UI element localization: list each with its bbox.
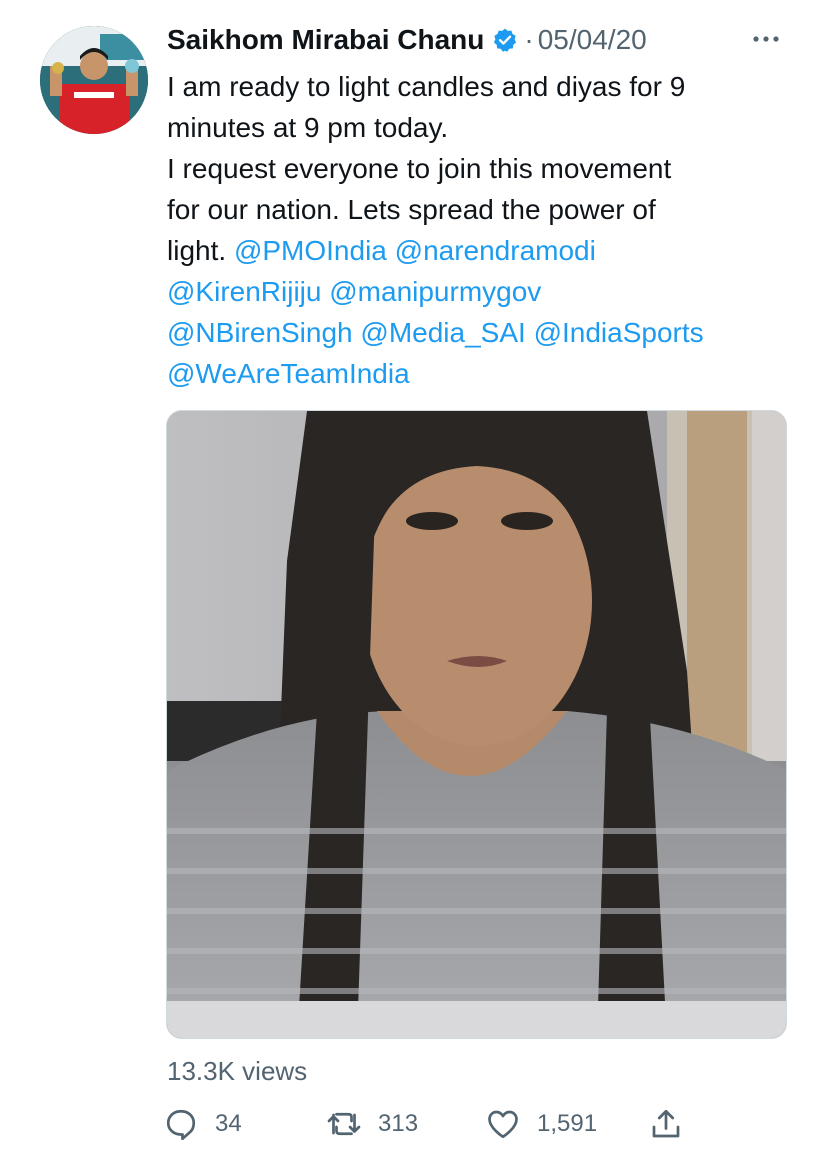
retweet-button[interactable]: 313 (326, 1104, 418, 1144)
retweet-icon (327, 1112, 361, 1136)
tweet-text-line: @NBirenSingh @Media_SAI @IndiaSports (167, 312, 797, 353)
tweet-text-line: I request everyone to join this movement (167, 153, 672, 184)
retweet-count: 313 (378, 1110, 419, 1137)
avatar-image (40, 26, 148, 134)
author-name[interactable]: Saikhom Mirabai Chanu (167, 24, 484, 56)
like-count: 1,591 (537, 1110, 598, 1137)
reply-count: 34 (215, 1110, 242, 1137)
mention-link-kirenrijiju[interactable]: @KirenRijiju (167, 276, 321, 307)
like-button[interactable]: 1,591 (485, 1104, 597, 1144)
reply-icon (166, 1109, 196, 1141)
tweet-text-line: I am ready to light candles and diyas fo… (167, 71, 686, 102)
share-icon (652, 1109, 680, 1138)
mention-link-nbirensingh[interactable]: @NBirenSingh (167, 317, 353, 348)
mention-link-pmoindia[interactable]: @PMOIndia (234, 235, 387, 266)
mention-link-narendramodi[interactable]: @narendramodi (395, 235, 596, 266)
tweet-actions: 34 313 1,591 (163, 1104, 703, 1144)
share-button[interactable] (648, 1104, 684, 1144)
verified-badge-icon (492, 27, 518, 53)
mention-link-media-sai[interactable]: @Media_SAI (360, 317, 525, 348)
mention-link-weareteamindia[interactable]: @WeAreTeamIndia (167, 358, 410, 389)
tweet-text-line: light. @PMOIndia @narendramodi (167, 230, 797, 271)
view-count: 13.3K views (167, 1056, 308, 1086)
more-dots-icon[interactable] (749, 24, 783, 54)
tweet-date[interactable]: 05/04/20 (538, 24, 647, 56)
mention-link-manipurmygov[interactable]: @manipurmygov (329, 276, 541, 307)
reply-button[interactable]: 34 (163, 1104, 242, 1144)
tweet-text-line: @KirenRijiju @manipurmygov (167, 271, 797, 312)
tweet-text-line: minutes at 9 pm today. (167, 112, 449, 143)
header-separator: · (524, 24, 534, 55)
avatar[interactable] (40, 26, 148, 134)
video-frame (167, 411, 786, 1038)
heart-icon (488, 1110, 518, 1139)
tweet-text-fragment: light. (167, 235, 227, 266)
mention-link-indiasports[interactable]: @IndiaSports (534, 317, 704, 348)
tweet-text: I am ready to light candles and diyas fo… (167, 66, 797, 394)
video-player[interactable] (166, 410, 787, 1039)
tweet-text-line: @WeAreTeamIndia (167, 353, 797, 394)
tweet-header: Saikhom Mirabai Chanu · 05/04/20 (167, 18, 791, 62)
tweet-text-line: for our nation. Lets spread the power of (167, 194, 656, 225)
